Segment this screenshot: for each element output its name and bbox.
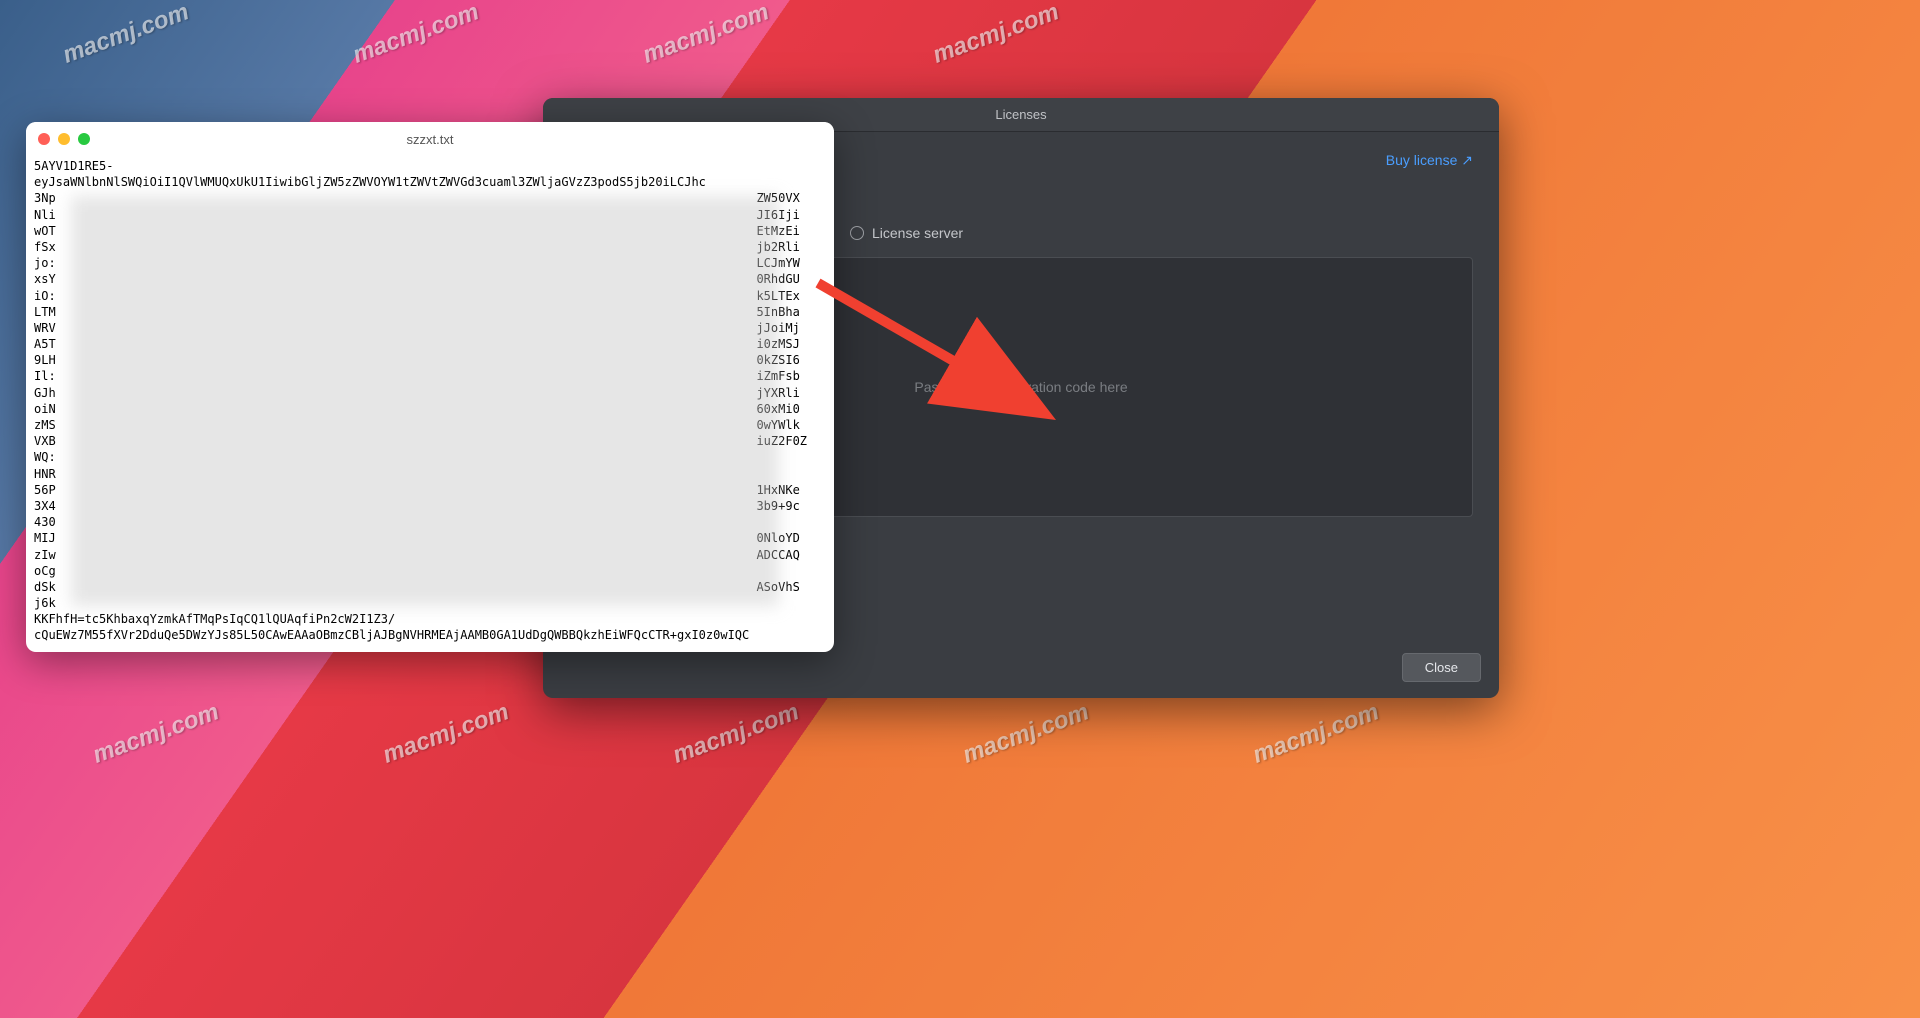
textedit-content[interactable]: 5AYV1D1RE5- eyJsaWNlbnNlSWQiOiI1QVlWMUQx… — [26, 156, 834, 652]
window-maximize-button[interactable] — [78, 133, 90, 145]
license-server-option[interactable]: License server — [850, 225, 963, 241]
window-close-button[interactable] — [38, 133, 50, 145]
close-button[interactable]: Close — [1402, 653, 1481, 682]
buy-license-link[interactable]: Buy license — [1386, 152, 1473, 169]
textedit-window: szzxt.txt 5AYV1D1RE5- eyJsaWNlbnNlSWQiOi… — [26, 122, 834, 652]
activation-placeholder: Paste or drop activation code here — [914, 379, 1127, 395]
textedit-title: szzxt.txt — [26, 132, 834, 147]
radio-icon — [850, 226, 864, 240]
license-server-label: License server — [872, 225, 963, 241]
window-minimize-button[interactable] — [58, 133, 70, 145]
licenses-title: Licenses — [995, 107, 1046, 122]
textedit-titlebar[interactable]: szzxt.txt — [26, 122, 834, 156]
